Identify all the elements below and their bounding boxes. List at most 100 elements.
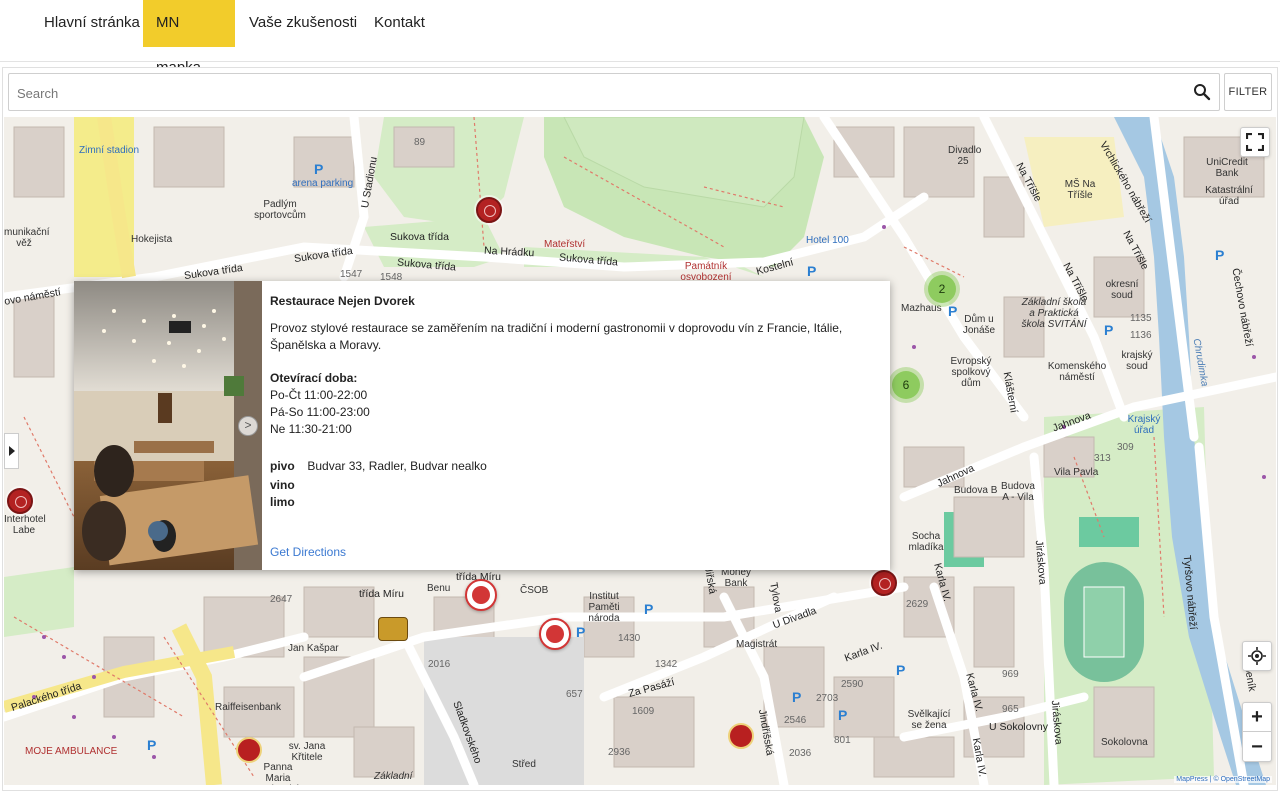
beer-label: pivo <box>270 459 295 473</box>
map-label-money-bank: Money Bank <box>720 567 751 589</box>
side-panel-toggle[interactable] <box>4 433 19 469</box>
marker-cluster[interactable]: 2 <box>928 275 956 303</box>
parking-icon: P <box>948 303 958 319</box>
map-label-padlym-sportovcum: Padlým sportovcům <box>254 199 306 221</box>
fullscreen-icon <box>1246 133 1264 151</box>
map-label-u-sokolovny: U Sokolovny <box>989 721 1048 733</box>
map-label-zimni-stadion: Zimní stadion <box>79 145 140 156</box>
map-label-evropsky-dum: Evropský spolkový dům <box>950 356 992 389</box>
opening-hours-row: Ne 11:30-21:00 <box>270 422 352 436</box>
map-label-unicredit: UniCredit Bank <box>1206 157 1248 179</box>
stella-artois-pin[interactable] <box>236 737 262 763</box>
house-number: 2936 <box>608 747 631 758</box>
kozel-pin[interactable] <box>378 617 408 641</box>
restaurant-interior-image <box>74 281 262 570</box>
map-label-divadlo: Divadlo 25 <box>948 145 982 167</box>
map-label-budova-b: Budova B <box>954 485 998 496</box>
fullscreen-button[interactable] <box>1240 127 1270 157</box>
top-navigation: Hlavní stránka MN mapka Vaše zkušenosti … <box>0 0 1280 76</box>
map-label-socha-mladika: Socha mladíka <box>908 531 944 553</box>
map-label-interhotel: Interhotel Labe <box>4 514 46 536</box>
map-label-krajsky-soud: krajský soud <box>1121 350 1153 372</box>
next-photo-button[interactable]: > <box>238 416 258 436</box>
house-number: 1135 <box>1130 313 1152 324</box>
house-number: 2629 <box>906 599 929 610</box>
parking-icon: P <box>644 601 654 617</box>
map-label-ms-na-trisle: MŠ Na Tříšle <box>1064 179 1096 201</box>
map-label-csob: ČSOB <box>520 585 549 596</box>
restaurant-pin[interactable] <box>539 618 571 650</box>
opening-hours-row: Po-Čt 11:00-22:00 <box>270 388 368 402</box>
map-label-hotel-100: Hotel 100 <box>806 235 849 246</box>
map-label-sv-jana: sv. Jana Křtitele <box>288 741 326 763</box>
parking-icon: P <box>792 689 802 705</box>
search-box <box>8 73 1220 111</box>
map-label-sukova-1: Sukova třída <box>390 231 449 243</box>
locate-button[interactable] <box>1242 641 1272 671</box>
nav-item-contact[interactable]: Kontakt <box>361 0 438 47</box>
map-label-vila-pavla: Vila Pavla <box>1054 467 1099 478</box>
beer-row: pivo Budvar 33, Radler, Budvar nealko <box>270 458 882 475</box>
nav-item-mn-map[interactable]: MN mapka <box>143 0 235 76</box>
map-label-jan-kaspar: Jan Kašpar <box>288 643 339 654</box>
lemonade-label: limo <box>270 495 295 509</box>
house-number: 2036 <box>789 748 812 759</box>
filter-button[interactable]: FILTER <box>1224 73 1272 111</box>
parking-icon: P <box>896 662 906 678</box>
map-label-katastralni: Katastrální úřad <box>1205 185 1253 207</box>
zoom-control: + − <box>1242 702 1272 762</box>
locate-icon <box>1248 647 1266 665</box>
map-label-budova-a: Budova A - Vila <box>1001 481 1035 503</box>
house-number: 1547 <box>340 269 363 280</box>
map-label-institut: Institut Paměti národa <box>588 591 620 624</box>
marker-cluster[interactable]: 6 <box>892 371 920 399</box>
map-label-dum-u-jonase: Dům u Jonáše <box>962 314 996 336</box>
house-number: 801 <box>834 735 851 746</box>
restaurant-pin[interactable] <box>7 488 33 514</box>
parking-icon: P <box>147 737 157 753</box>
house-number: 2016 <box>428 659 451 670</box>
map-label-moje-ambulance: MOJE AMBULANCE <box>25 746 118 757</box>
zoom-out-button[interactable]: − <box>1243 733 1271 762</box>
restaurant-pin-selected[interactable] <box>465 579 497 611</box>
parking-icon: P <box>807 263 817 279</box>
restaurant-details: Restaurace Nejen Dvorek Provoz stylové r… <box>270 293 882 511</box>
parking-icon: P <box>1215 247 1225 263</box>
house-number: 89 <box>414 137 426 148</box>
restaurant-photo: > <box>74 281 262 570</box>
house-number: 1609 <box>632 706 655 717</box>
map-label-benu: Benu <box>427 583 451 594</box>
house-number: 309 <box>1117 442 1134 453</box>
map-label-stred: Střed <box>512 759 536 770</box>
zoom-in-button[interactable]: + <box>1243 703 1271 732</box>
opening-hours-row: Pá-So 11:00-23:00 <box>270 405 370 419</box>
restaurant-pin[interactable] <box>476 197 502 223</box>
map-label-zakladni-2: Základní <box>374 771 413 782</box>
map-label-magistrat: Magistrát <box>736 639 778 650</box>
parking-icon: P <box>838 707 848 723</box>
map-label-hokejista: Hokejista <box>131 234 173 245</box>
restaurant-pin[interactable] <box>871 570 897 596</box>
beer-value: Budvar 33, Radler, Budvar nealko <box>307 459 487 473</box>
map-label-sokolovna: Sokolovna <box>1101 737 1148 748</box>
house-number: 969 <box>1002 669 1019 680</box>
search-icon[interactable] <box>1193 83 1211 101</box>
chevron-right-icon <box>8 446 15 456</box>
stella-artois-pin[interactable] <box>728 723 754 749</box>
house-number: 965 <box>1002 704 1019 715</box>
map-label-raiffeisenbank: Raiffeisenbank <box>215 702 281 713</box>
nav-item-experiences[interactable]: Vaše zkušenosti <box>236 0 370 47</box>
restaurant-popup: > Restaurace Nejen Dvorek Provoz stylové… <box>74 281 890 570</box>
get-directions-link[interactable]: Get Directions <box>270 545 346 559</box>
map-label-mazhaus: Mazhaus <box>901 303 942 314</box>
map-label-svelkajici: Svělkající se žena <box>907 709 951 731</box>
nav-item-home[interactable]: Hlavní stránka <box>31 0 153 47</box>
parking-icon: P <box>1104 322 1114 338</box>
search-input[interactable] <box>17 83 1167 103</box>
map-label-trida-miru-1: třída Míru <box>359 588 404 600</box>
house-number: 2647 <box>270 594 293 605</box>
map-label-komunikacni: munikační věž <box>4 227 50 249</box>
map-attribution[interactable]: MapPress | © OpenStreetMap <box>1174 776 1272 783</box>
restaurant-description: Provoz stylové restaurace se zaměřením n… <box>270 321 843 352</box>
restaurant-name: Restaurace Nejen Dvorek <box>270 294 415 308</box>
